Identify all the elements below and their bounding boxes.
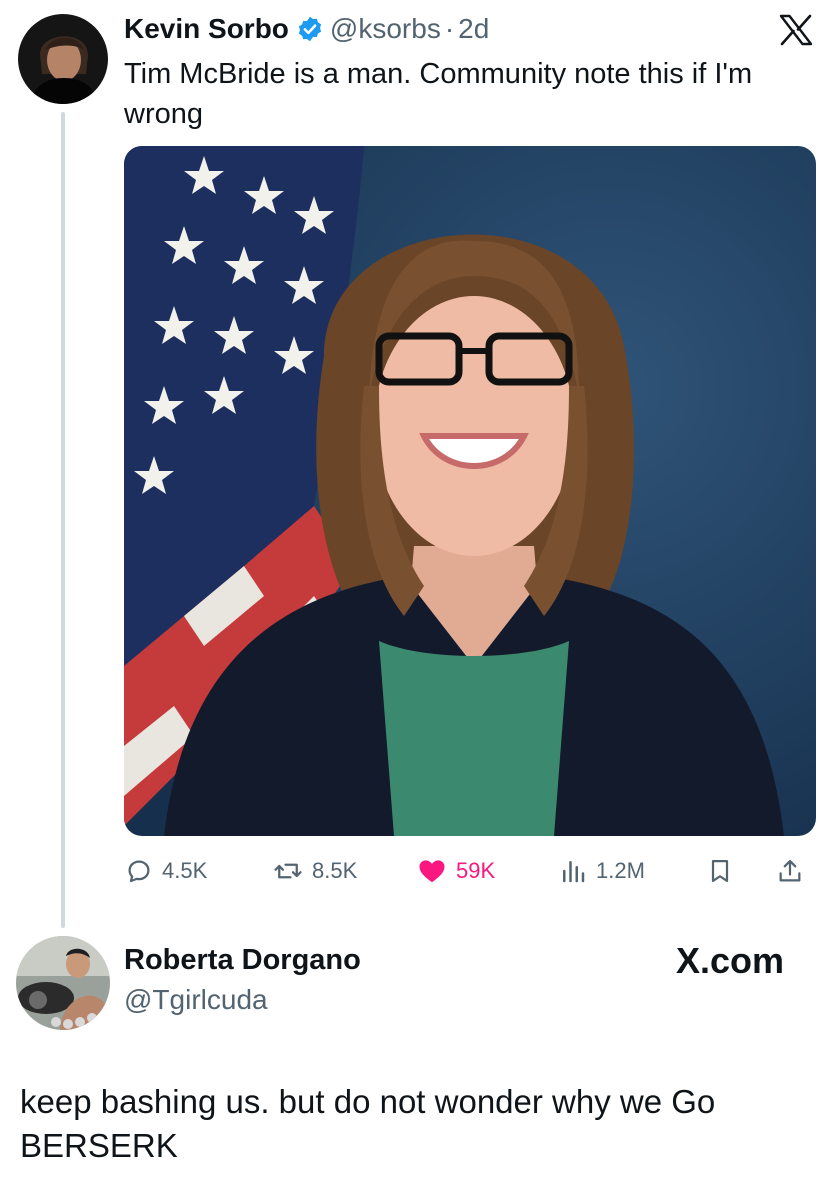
reply-author-name[interactable]: Roberta Dorgano bbox=[124, 944, 361, 977]
author-handle[interactable]: @ksorbs bbox=[330, 13, 441, 45]
bookmark-button[interactable] bbox=[706, 848, 742, 894]
share-icon bbox=[779, 859, 801, 882]
views-button[interactable]: 1.2M bbox=[558, 848, 645, 894]
bookmark-icon bbox=[711, 859, 729, 883]
tweet-age[interactable]: 2d bbox=[458, 13, 489, 45]
thread-connector-line bbox=[61, 112, 65, 928]
reply-author-handle[interactable]: @Tgirlcuda bbox=[124, 984, 268, 1016]
like-count: 59K bbox=[456, 858, 496, 883]
tweet-media-photo[interactable] bbox=[124, 146, 816, 836]
verified-badge-icon bbox=[296, 15, 324, 43]
reply-button[interactable]: 4.5K bbox=[124, 848, 207, 894]
reply-author-avatar[interactable] bbox=[16, 936, 110, 1030]
repost-icon bbox=[274, 863, 302, 879]
repost-count: 8.5K bbox=[312, 858, 358, 883]
share-button[interactable] bbox=[776, 848, 812, 894]
views-chart-icon bbox=[563, 861, 585, 883]
x-logo-icon[interactable] bbox=[778, 14, 814, 46]
site-label: X.com bbox=[676, 940, 785, 981]
tweet-header: Kevin Sorbo @ksorbs · 2d bbox=[124, 12, 489, 46]
reply-text: keep bashing us. but do not wonder why w… bbox=[20, 1083, 716, 1164]
reply-icon bbox=[128, 860, 150, 883]
views-count: 1.2M bbox=[596, 858, 645, 883]
reply-count: 4.5K bbox=[162, 858, 208, 883]
tweet-action-bar: 4.5K 8.5K 59K 1.2M bbox=[124, 848, 816, 894]
author-name[interactable]: Kevin Sorbo bbox=[124, 13, 289, 45]
heart-filled-icon bbox=[419, 860, 445, 883]
like-button[interactable]: 59K bbox=[416, 848, 495, 894]
repost-button[interactable]: 8.5K bbox=[272, 848, 357, 894]
meta-separator: · bbox=[444, 13, 455, 44]
tweet-text: Tim McBride is a man. Community note thi… bbox=[124, 58, 753, 130]
author-avatar[interactable] bbox=[18, 14, 108, 104]
